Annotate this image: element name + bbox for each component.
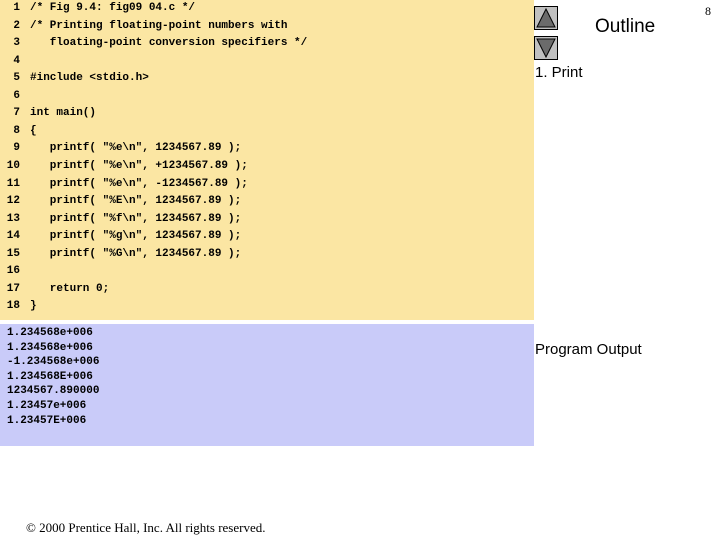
line-number: 10: [6, 159, 20, 172]
output-line: 1.23457E+006: [7, 414, 87, 427]
print-section-label: 1. Print: [535, 64, 583, 81]
line-number: 14: [6, 230, 20, 243]
code-text: printf( "%e\n", +1234567.89 );: [30, 159, 248, 172]
code-text: #include <stdio.h>: [30, 72, 149, 85]
program-output-label: Program Output: [535, 341, 642, 358]
line-number: 8: [13, 124, 20, 137]
line-number: 4: [13, 54, 20, 67]
triangle-up-icon: [536, 7, 556, 28]
code-text: printf( "%E\n", 1234567.89 );: [30, 195, 242, 208]
code-text: floating-point conversion specifiers */: [30, 37, 308, 50]
output-line: 1.234568e+006: [7, 327, 93, 339]
page-number: 8: [705, 4, 711, 18]
line-number: 6: [13, 89, 20, 102]
code-text: /* Fig 9.4: fig09 04.c */: [30, 2, 196, 14]
line-number: 9: [13, 142, 20, 155]
program-output-panel: 1.234568e+006 1.234568e+006 -1.234568e+006…: [0, 324, 534, 446]
code-text: /* Printing floating-point numbers with: [30, 19, 288, 32]
code-text: printf( "%g\n", 1234567.89 );: [30, 230, 242, 243]
code-text: printf( "%G\n", 1234567.89 );: [30, 247, 242, 260]
previous-slide-button[interactable]: [534, 6, 558, 30]
line-number: 3: [13, 37, 20, 50]
code-text: printf( "%e\n", -1234567.89 );: [30, 177, 248, 190]
code-text: return 0;: [30, 282, 110, 295]
output-line: 1.23457e+006: [7, 400, 87, 412]
output-line: 1234567.890000: [7, 385, 100, 398]
line-number: 7: [13, 107, 20, 120]
copyright-notice: © 2000 Prentice Hall, Inc. All rights re…: [26, 520, 266, 535]
next-slide-button[interactable]: [534, 36, 558, 60]
code-text: int main(): [30, 107, 97, 120]
line-number: 5: [13, 72, 20, 85]
line-number: 13: [6, 212, 20, 225]
triangle-down-icon: [536, 38, 556, 59]
line-number: 11: [6, 177, 20, 190]
line-number: 16: [6, 265, 20, 278]
line-number: 18: [6, 300, 20, 313]
line-number: 15: [6, 247, 20, 260]
output-line: 1.234568E+006: [7, 370, 93, 383]
code-text: {: [30, 124, 37, 137]
output-line: -1.234568e+006: [7, 356, 100, 369]
code-text: }: [30, 300, 37, 313]
line-number: 17: [6, 282, 20, 295]
line-number: 12: [6, 195, 20, 208]
code-listing: 1 /* Fig 9.4: fig09 04.c */ 2 /* Printing f…: [0, 0, 534, 320]
code-text: printf( "%e\n", 1234567.89 );: [30, 142, 242, 155]
outline-title: Outline: [595, 16, 656, 37]
output-line: 1.234568e+006: [7, 341, 93, 354]
line-number: 1: [13, 2, 20, 14]
code-text: printf( "%f\n", 1234567.89 );: [30, 212, 242, 225]
line-number: 2: [13, 19, 20, 32]
